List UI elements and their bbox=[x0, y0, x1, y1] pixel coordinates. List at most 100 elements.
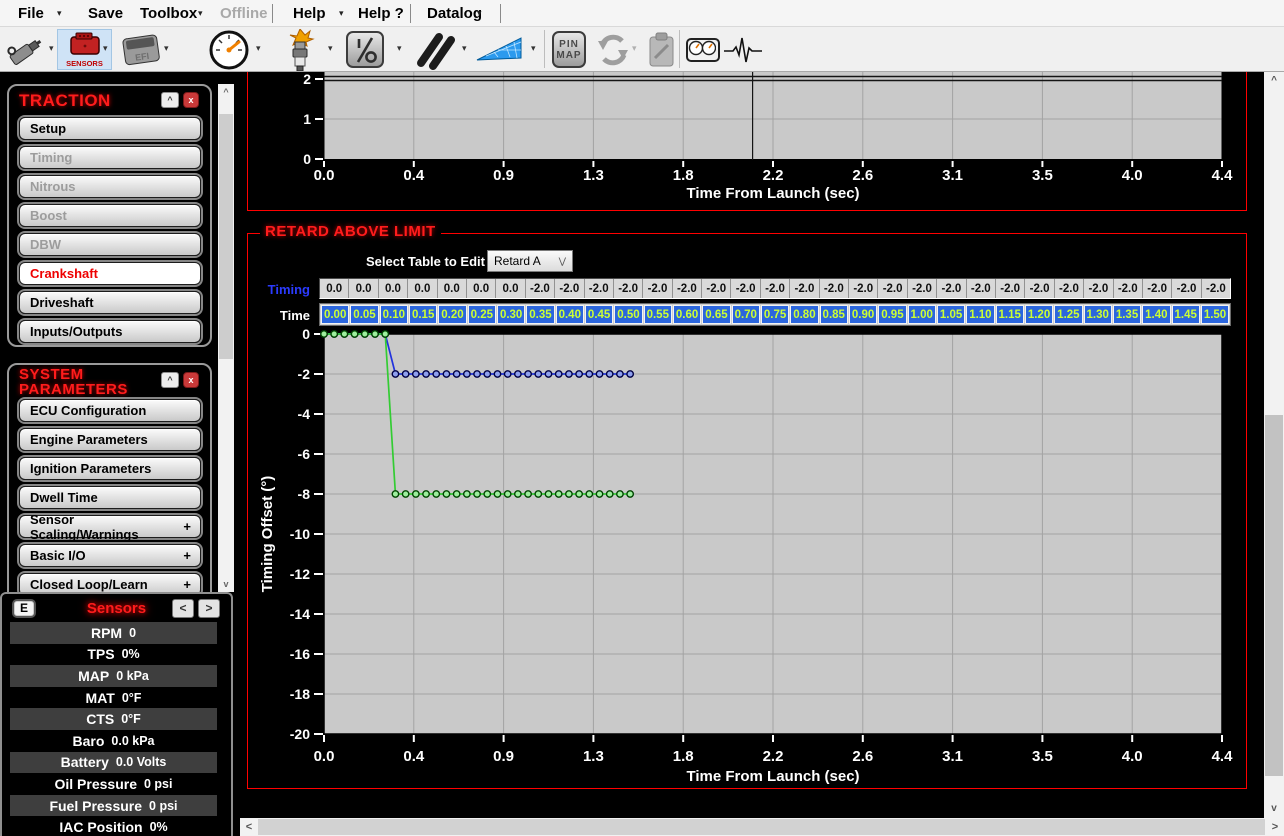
data-point[interactable] bbox=[331, 331, 337, 337]
chevron-down-icon[interactable]: ▾ bbox=[198, 0, 203, 27]
data-point[interactable] bbox=[453, 371, 459, 377]
data-point[interactable] bbox=[474, 491, 480, 497]
retard-chart[interactable]: 0-2-4-6-8-10-12-14-16-18-200.00.40.91.31… bbox=[248, 234, 1248, 790]
io-icon[interactable] bbox=[346, 31, 384, 68]
data-point[interactable] bbox=[321, 331, 327, 337]
expand-plus-icon[interactable]: + bbox=[183, 548, 191, 563]
data-point[interactable] bbox=[535, 491, 541, 497]
scrollbar-thumb[interactable] bbox=[1265, 415, 1283, 776]
menu-toolbox[interactable]: Toolbox bbox=[140, 0, 197, 27]
chevron-down-icon[interactable]: ▾ bbox=[462, 43, 467, 54]
vertical-scrollbar[interactable]: ^ v bbox=[1264, 72, 1284, 818]
chevron-down-icon[interactable]: ▾ bbox=[397, 43, 402, 54]
traction-button-crankshaft[interactable]: Crankshaft bbox=[19, 262, 201, 285]
data-point[interactable] bbox=[504, 371, 510, 377]
chevron-down-icon[interactable]: ▾ bbox=[256, 43, 261, 54]
menu-save[interactable]: Save bbox=[88, 0, 123, 27]
menu-datalog[interactable]: Datalog bbox=[427, 0, 482, 27]
data-point[interactable] bbox=[484, 491, 490, 497]
scrollbar-thumb[interactable] bbox=[219, 114, 233, 359]
data-point[interactable] bbox=[596, 491, 602, 497]
chevron-down-icon[interactable]: ▾ bbox=[164, 43, 169, 54]
sysparam-button-basic-i-o[interactable]: Basic I/O+ bbox=[19, 544, 201, 567]
belt-icon[interactable] bbox=[412, 30, 458, 70]
chevron-down-icon[interactable]: ▾ bbox=[339, 0, 344, 27]
data-point[interactable] bbox=[341, 331, 347, 337]
data-point[interactable] bbox=[627, 491, 633, 497]
data-point[interactable] bbox=[556, 371, 562, 377]
data-point[interactable] bbox=[413, 371, 419, 377]
data-point[interactable] bbox=[566, 491, 572, 497]
data-point[interactable] bbox=[433, 491, 439, 497]
data-point[interactable] bbox=[392, 491, 398, 497]
sysparam-button-dwell-time[interactable]: Dwell Time bbox=[19, 486, 201, 509]
data-point[interactable] bbox=[525, 371, 531, 377]
data-point[interactable] bbox=[566, 371, 572, 377]
menu-file[interactable]: File bbox=[18, 0, 44, 27]
data-point[interactable] bbox=[362, 331, 368, 337]
traction-button-setup[interactable]: Setup bbox=[19, 117, 201, 140]
data-point[interactable] bbox=[433, 371, 439, 377]
scroll-up-icon[interactable]: ^ bbox=[218, 84, 234, 100]
chevron-down-icon[interactable]: ▾ bbox=[103, 43, 108, 54]
data-point[interactable] bbox=[586, 491, 592, 497]
data-point[interactable] bbox=[627, 371, 633, 377]
scroll-left-icon[interactable]: < bbox=[240, 818, 258, 836]
expand-plus-icon[interactable]: + bbox=[183, 519, 191, 534]
spark-plug-icon[interactable] bbox=[282, 29, 318, 71]
sensors-next-button[interactable]: > bbox=[198, 599, 220, 618]
data-point[interactable] bbox=[372, 331, 378, 337]
scrollbar-thumb[interactable] bbox=[258, 819, 1265, 835]
scroll-right-icon[interactable]: > bbox=[1266, 818, 1284, 836]
scroll-up-icon[interactable]: ^ bbox=[1264, 72, 1284, 90]
menu-help[interactable]: Help bbox=[293, 0, 326, 27]
data-point[interactable] bbox=[586, 371, 592, 377]
data-point[interactable] bbox=[494, 491, 500, 497]
data-point[interactable] bbox=[545, 371, 551, 377]
data-point[interactable] bbox=[504, 491, 510, 497]
data-point[interactable] bbox=[576, 491, 582, 497]
data-point[interactable] bbox=[576, 371, 582, 377]
traction-button-inputs-outputs[interactable]: Inputs/Outputs bbox=[19, 320, 201, 343]
data-point[interactable] bbox=[525, 491, 531, 497]
close-icon[interactable]: x bbox=[183, 372, 199, 388]
sidebar-scrollbar[interactable]: ^ v bbox=[218, 84, 234, 592]
data-point[interactable] bbox=[556, 491, 562, 497]
data-point[interactable] bbox=[607, 371, 613, 377]
sysparam-button-sensor-scaling-warnings[interactable]: Sensor Scaling/Warnings+ bbox=[19, 515, 201, 538]
data-point[interactable] bbox=[515, 491, 521, 497]
pulse-icon[interactable] bbox=[722, 35, 764, 65]
data-point[interactable] bbox=[351, 331, 357, 337]
sysparam-button-engine-parameters[interactable]: Engine Parameters bbox=[19, 428, 201, 451]
gauge-icon[interactable] bbox=[208, 29, 250, 71]
data-point[interactable] bbox=[617, 371, 623, 377]
chevron-down-icon[interactable]: ▾ bbox=[531, 43, 536, 54]
data-point[interactable] bbox=[382, 331, 388, 337]
data-point[interactable] bbox=[453, 491, 459, 497]
data-point[interactable] bbox=[484, 371, 490, 377]
data-point[interactable] bbox=[443, 491, 449, 497]
data-point[interactable] bbox=[402, 491, 408, 497]
data-point[interactable] bbox=[596, 371, 602, 377]
collapse-button[interactable]: ^ bbox=[161, 92, 179, 108]
chevron-down-icon[interactable]: ▾ bbox=[57, 0, 62, 27]
sensors-prev-button[interactable]: < bbox=[172, 599, 194, 618]
data-point[interactable] bbox=[545, 491, 551, 497]
gauges-button[interactable] bbox=[686, 38, 720, 62]
data-point[interactable] bbox=[515, 371, 521, 377]
menu-help-question[interactable]: Help ? bbox=[358, 0, 404, 27]
data-point[interactable] bbox=[443, 371, 449, 377]
horizontal-scrollbar[interactable]: < > bbox=[240, 818, 1284, 836]
data-point[interactable] bbox=[402, 371, 408, 377]
data-point[interactable] bbox=[474, 371, 480, 377]
expand-plus-icon[interactable]: + bbox=[183, 577, 191, 592]
data-point[interactable] bbox=[607, 491, 613, 497]
traction-button-driveshaft[interactable]: Driveshaft bbox=[19, 291, 201, 314]
chevron-down-icon[interactable]: ▾ bbox=[328, 43, 333, 54]
collapse-button[interactable]: ^ bbox=[161, 372, 179, 388]
scroll-down-icon[interactable]: v bbox=[218, 576, 234, 592]
efi-handheld-icon[interactable]: EFI bbox=[120, 33, 162, 72]
data-point[interactable] bbox=[494, 371, 500, 377]
fan-cone-icon[interactable] bbox=[474, 33, 526, 67]
pin-map-button[interactable]: PIN MAP bbox=[552, 31, 586, 68]
